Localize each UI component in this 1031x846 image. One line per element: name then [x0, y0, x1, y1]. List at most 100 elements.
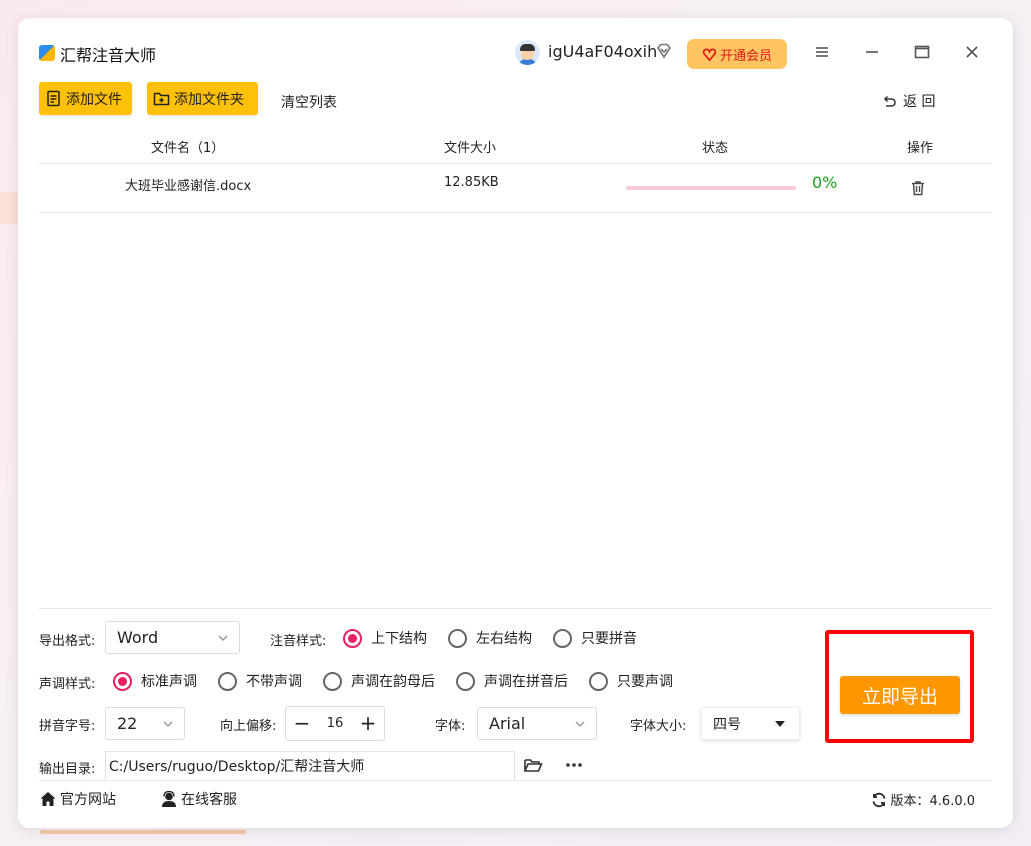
font-label: 字体: [435, 719, 466, 734]
radio-label: 声调在韵母后 [351, 674, 435, 690]
radio-tone-after-pinyin[interactable]: 声调在拼音后 [456, 671, 568, 691]
radio-dot [343, 628, 362, 648]
column-action[interactable]: 操作 [907, 137, 933, 156]
progress-bar [626, 186, 796, 190]
undo-icon [883, 95, 896, 107]
export-format-label: 导出格式: [39, 634, 96, 649]
radio-label: 声调在拼音后 [484, 674, 568, 690]
app-title: 汇帮注音大师 [60, 46, 157, 65]
support-link[interactable]: 在线客服 [160, 789, 237, 809]
radio-dot [323, 671, 342, 691]
clear-list-button[interactable]: 清空列表 [281, 92, 337, 112]
file-list-area[interactable] [39, 214, 992, 609]
row-filesize: 12.85KB [444, 175, 499, 190]
radio-annotation-top-bottom[interactable]: 上下结构 [343, 628, 427, 648]
file-table-header: 文件名（1） 文件大小 状态 操作 [39, 126, 992, 164]
vip-label: 开通会员 [719, 48, 772, 64]
radio-tone-only[interactable]: 只要声调 [589, 671, 673, 691]
trash-icon[interactable] [910, 180, 926, 196]
offset-stepper[interactable]: − 16 + [285, 706, 385, 741]
radio-label: 只要声调 [617, 674, 673, 690]
radio-dot [218, 671, 237, 691]
customer-service-icon [162, 790, 176, 807]
offset-value[interactable]: 16 [322, 716, 348, 731]
app-window: 汇帮注音大师 igU4aF04oxih 开通会员 添加文件 添加文件夹 清空列表… [18, 18, 1013, 828]
version-info: 版本：4.6.0.0 [871, 790, 975, 809]
chevron-down-icon [575, 721, 585, 728]
title-bar: 汇帮注音大师 igU4aF04oxih 开通会员 [18, 18, 1013, 88]
add-folder-button[interactable]: 添加文件夹 [147, 82, 258, 115]
radio-tone-none[interactable]: 不带声调 [218, 671, 302, 691]
output-dir-label: 输出目录: [39, 762, 96, 777]
offset-label: 向上偏移: [220, 719, 277, 734]
column-filename[interactable]: 文件名（1） [151, 137, 224, 156]
radio-dot [113, 671, 132, 691]
radio-tone-standard[interactable]: 标准声调 [113, 671, 197, 691]
radio-label: 上下结构 [371, 631, 427, 647]
export-now-button[interactable]: 立即导出 [840, 676, 960, 714]
add-file-icon [47, 90, 60, 107]
refresh-icon[interactable] [871, 792, 887, 808]
tone-style-label: 声调样式: [39, 677, 96, 692]
maximize-icon[interactable] [913, 43, 931, 61]
username[interactable]: igU4aF04oxih [548, 42, 657, 61]
radio-label: 只要拼音 [581, 631, 637, 647]
radio-tone-after-final[interactable]: 声调在韵母后 [323, 671, 435, 691]
row-filename: 大班毕业感谢信.docx [125, 179, 252, 194]
background-strip [0, 192, 20, 224]
version-label: 版本：4.6.0.0 [890, 794, 975, 809]
minimize-icon[interactable] [863, 43, 881, 61]
increment-button[interactable]: + [356, 711, 380, 735]
font-size-value: 四号 [713, 716, 741, 733]
folder-open-icon[interactable] [523, 755, 543, 775]
home-icon [40, 792, 56, 806]
radio-dot [448, 628, 467, 648]
radio-label: 不带声调 [246, 674, 302, 690]
output-dir-field[interactable]: C:/Users/ruguo/Desktop/汇帮注音大师 [105, 751, 515, 781]
pinyin-size-value: 22 [117, 714, 138, 733]
radio-dot [589, 671, 608, 691]
font-size-select[interactable]: 四号 [701, 707, 800, 740]
user-avatar[interactable] [515, 40, 540, 65]
export-format-value: Word [117, 628, 159, 647]
add-file-button[interactable]: 添加文件 [39, 82, 132, 115]
add-folder-icon [153, 92, 170, 106]
menu-icon[interactable] [813, 43, 831, 61]
column-filesize[interactable]: 文件大小 [444, 137, 496, 156]
back-label: 返 回 [903, 94, 936, 110]
radio-dot [456, 671, 475, 691]
dropdown-arrow-icon [775, 721, 785, 727]
annotation-style-label: 注音样式: [270, 634, 327, 649]
add-folder-label: 添加文件夹 [174, 91, 244, 108]
font-select[interactable]: Arial [477, 707, 597, 740]
radio-dot [553, 628, 572, 648]
radio-label: 标准声调 [141, 674, 197, 690]
radio-annotation-pinyin-only[interactable]: 只要拼音 [553, 628, 637, 648]
font-value: Arial [489, 714, 526, 733]
export-format-select[interactable]: Word [105, 621, 240, 654]
footer: 官方网站 在线客服 版本：4.6.0.0 [39, 780, 992, 816]
website-link[interactable]: 官方网站 [39, 789, 116, 809]
column-status[interactable]: 状态 [702, 137, 728, 156]
back-button[interactable]: 返 回 [881, 91, 935, 111]
table-row[interactable]: 大班毕业感谢信.docx 12.85KB 0% [39, 164, 992, 213]
background-accent-line [40, 830, 246, 834]
radio-annotation-left-right[interactable]: 左右结构 [448, 628, 532, 648]
font-size-label: 字体大小: [630, 719, 687, 734]
diamond-icon[interactable] [655, 42, 673, 60]
decrement-button[interactable]: − [290, 711, 314, 735]
add-file-label: 添加文件 [66, 91, 122, 108]
chevron-down-icon [163, 721, 173, 728]
progress-percent: 0% [812, 173, 838, 192]
pinyin-size-select[interactable]: 22 [105, 707, 185, 740]
pinyin-size-label: 拼音字号: [39, 719, 96, 734]
chevron-down-icon [218, 635, 228, 642]
radio-label: 左右结构 [476, 631, 532, 647]
close-icon[interactable] [963, 43, 981, 61]
website-label: 官方网站 [60, 792, 116, 808]
app-logo-icon [39, 45, 55, 61]
support-label: 在线客服 [181, 792, 237, 808]
heart-diamond-icon [702, 47, 717, 61]
more-icon[interactable] [564, 755, 584, 775]
vip-button[interactable]: 开通会员 [687, 39, 787, 69]
